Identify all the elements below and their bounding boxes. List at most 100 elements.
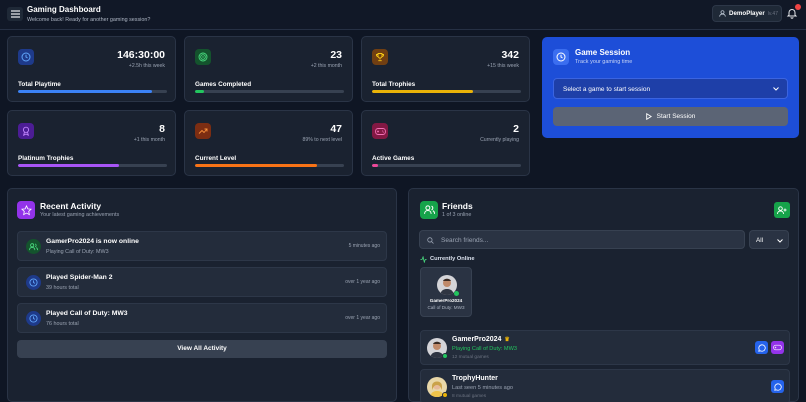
- recent-activity-panel: Recent Activity Your latest gaming achie…: [7, 188, 397, 402]
- game-session-card: Game Session Track your gaming time Sele…: [542, 37, 799, 138]
- stat-value: 8: [159, 123, 165, 135]
- progress-fill: [18, 90, 153, 93]
- activity-item[interactable]: GamerPro2024 is now online Playing Call …: [17, 231, 387, 261]
- stat-change: +2.5h this week: [128, 63, 165, 69]
- stat-value: 23: [330, 49, 342, 61]
- award-icon: [18, 123, 34, 139]
- notification-badge: 1: [795, 4, 801, 10]
- progress-bar: [372, 90, 521, 93]
- clock-icon: [18, 49, 34, 65]
- stat-label: Total Trophies: [372, 81, 416, 88]
- users-icon: [420, 201, 438, 219]
- progress-bar: [372, 164, 521, 167]
- friends-panel: Friends 1 of 3 online Search friends... …: [408, 188, 799, 402]
- invite-game-button[interactable]: [771, 341, 784, 354]
- activity-title: Played Call of Duty: MW3: [46, 310, 128, 317]
- chevron-down-icon: [773, 87, 779, 91]
- activity-subtitle: Playing Call of Duty: MW3: [46, 249, 109, 255]
- friend-row[interactable]: TrophyHunter Last seen 5 minutes ago 8 m…: [420, 369, 790, 402]
- recent-activity-title: Recent Activity: [40, 201, 102, 211]
- stat-change: +15 this week: [487, 63, 519, 69]
- progress-bar: [195, 164, 344, 167]
- stat-change: +2 this month: [310, 63, 342, 69]
- chevron-down-icon: [777, 239, 783, 243]
- online-friend-tile[interactable]: GamerPro2024 Call of Duty: MW3: [420, 267, 472, 317]
- stat-label: Active Games: [372, 155, 415, 162]
- stat-card-total-trophies: 342 +15 this week Total Trophies: [361, 36, 530, 102]
- friends-filter-value: All: [756, 237, 763, 244]
- activity-subtitle: 76 hours total: [46, 321, 79, 327]
- page-title: Gaming Dashboard: [27, 5, 101, 14]
- stat-label: Games Completed: [195, 81, 252, 88]
- message-button[interactable]: [755, 341, 768, 354]
- top-bar: Gaming Dashboard Welcome back! Ready for…: [0, 0, 806, 30]
- friend-mutual-games: 12 mutual games: [452, 355, 489, 360]
- play-icon: [645, 113, 652, 120]
- start-session-button[interactable]: Start Session: [553, 107, 788, 126]
- progress-fill: [195, 90, 204, 93]
- gamepad-icon: [372, 123, 388, 139]
- stat-value: 342: [501, 49, 519, 61]
- clock-icon: [26, 275, 41, 290]
- game-session-title: Game Session: [575, 48, 631, 57]
- friend-status: Playing Call of Duty: MW3: [452, 346, 517, 352]
- clock-icon: [26, 311, 41, 326]
- username: DemoPlayer: [729, 10, 765, 17]
- trophy-icon: [372, 49, 388, 65]
- stat-value: 2: [513, 123, 519, 135]
- star-icon: [17, 201, 35, 219]
- game-select[interactable]: Select a game to start session: [553, 78, 788, 99]
- user-icon: [719, 10, 726, 17]
- game-session-subtitle: Track your gaming time: [575, 59, 633, 65]
- currently-online-text: Currently Online: [430, 256, 475, 262]
- stat-value: 146:30:00: [117, 49, 165, 61]
- online-friend-name: GamerPro2024: [429, 298, 463, 303]
- stat-card-platinum-trophies: 8 +1 this month Platinum Trophies: [7, 110, 176, 176]
- stat-value: 47: [330, 123, 342, 135]
- user-menu-button[interactable]: DemoPlayer lv.47: [712, 5, 782, 22]
- stat-change: +1 this month: [133, 137, 165, 143]
- activity-title: Played Spider-Man 2: [46, 274, 113, 281]
- progress-bar: [18, 164, 167, 167]
- activity-time: over 1 year ago: [345, 279, 380, 285]
- friend-name-text: GamerPro2024: [452, 336, 502, 343]
- stat-label: Total Playtime: [18, 81, 61, 88]
- friends-filter-select[interactable]: All: [749, 230, 789, 249]
- activity-title: GamerPro2024 is now online: [46, 238, 139, 245]
- users-icon: [26, 239, 41, 254]
- progress-fill: [372, 90, 474, 93]
- add-friend-button[interactable]: [774, 202, 790, 218]
- gamepad-icon: [773, 344, 782, 351]
- progress-fill: [372, 164, 378, 167]
- currently-online-label: Currently Online: [420, 256, 475, 263]
- activity-item[interactable]: Played Spider-Man 2 39 hours total over …: [17, 267, 387, 297]
- target-icon: [195, 49, 211, 65]
- friend-mutual-games: 8 mutual games: [452, 394, 487, 399]
- online-status-dot: [442, 353, 448, 359]
- progress-bar: [195, 90, 344, 93]
- message-button[interactable]: [771, 380, 784, 393]
- clock-icon: [553, 49, 569, 65]
- friend-status: Last seen 5 minutes ago: [452, 385, 513, 391]
- stat-card-total-playtime: 146:30:00 +2.5h this week Total Playtime: [7, 36, 176, 102]
- online-friend-game: Call of Duty: MW3: [427, 305, 465, 310]
- activity-item[interactable]: Played Call of Duty: MW3 76 hours total …: [17, 303, 387, 333]
- friends-search-placeholder: Search friends...: [441, 237, 489, 244]
- friends-search-input[interactable]: Search friends...: [419, 230, 745, 249]
- search-icon: [427, 237, 434, 244]
- friend-name: TrophyHunter: [452, 375, 498, 382]
- menu-icon[interactable]: [7, 7, 23, 21]
- friend-name: GamerPro2024 ♛: [452, 336, 510, 343]
- friends-title: Friends: [442, 201, 473, 211]
- stat-change: Currently playing: [480, 137, 519, 143]
- activity-time: 5 minutes ago: [348, 243, 380, 249]
- user-level: lv.47: [767, 10, 778, 17]
- stat-card-games-completed: 23 +2 this month Games Completed: [184, 36, 353, 102]
- stat-label: Platinum Trophies: [18, 155, 74, 162]
- user-plus-icon: [777, 205, 787, 214]
- friend-row[interactable]: GamerPro2024 ♛ Playing Call of Duty: MW3 …: [420, 330, 790, 365]
- away-status-dot: [442, 392, 448, 398]
- online-status-dot: [454, 291, 459, 296]
- stat-card-current-level: 47 89% to next level Current Level: [184, 110, 353, 176]
- view-all-activity-button[interactable]: View All Activity: [17, 340, 387, 358]
